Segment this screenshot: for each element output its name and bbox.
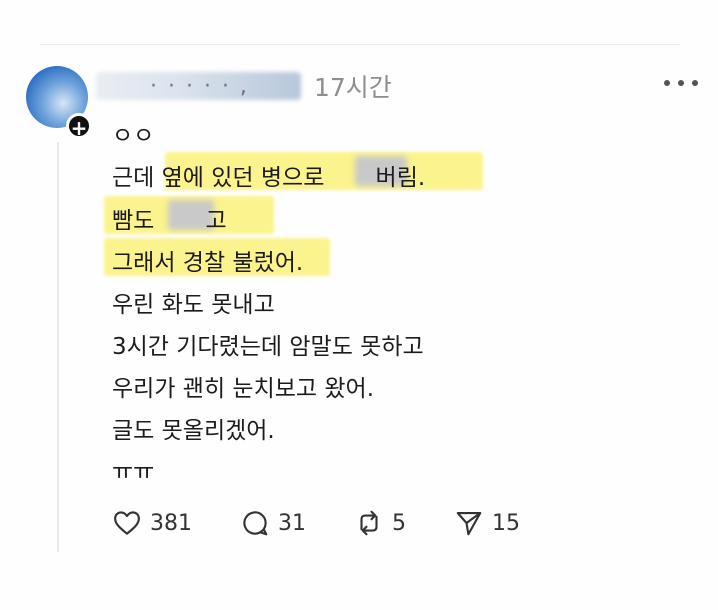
- repost-button[interactable]: 5: [354, 506, 406, 540]
- post-card: + · · · · · , 17시간 ㅇㅇ 근데 옆에 있던 병으로 버림. 빰…: [0, 0, 718, 610]
- like-button[interactable]: 381: [112, 506, 192, 540]
- thread-line: [57, 142, 59, 552]
- plus-icon[interactable]: +: [66, 113, 92, 140]
- like-count: 381: [150, 510, 192, 536]
- post-line: 우린 화도 못내고: [112, 292, 275, 318]
- post-line: 우리가 괜히 눈치보고 왔어.: [112, 376, 375, 402]
- post-line: ㅠㅠ: [112, 459, 155, 485]
- post-line: 빰도 고: [112, 208, 227, 234]
- repost-count: 5: [392, 510, 406, 536]
- repost-icon: [360, 510, 378, 536]
- comment-button[interactable]: 31: [240, 506, 306, 540]
- share-icon: [456, 511, 482, 536]
- post-line: 3시간 기다렸는데 암말도 못하고: [112, 334, 424, 360]
- post-line: 그래서 경찰 불렀어.: [112, 250, 304, 276]
- post-line: 글도 못올리겠어.: [112, 418, 275, 444]
- share-button[interactable]: 15: [454, 506, 520, 540]
- follow-symbol: +: [70, 116, 88, 140]
- post-line: 근데 옆에 있던 병으로 버림.: [112, 165, 426, 191]
- comment-count: 31: [278, 510, 306, 536]
- heart-icon: [114, 511, 140, 535]
- share-count: 15: [492, 510, 520, 536]
- more-icon[interactable]: [664, 78, 698, 88]
- comment-icon: [243, 511, 268, 536]
- username[interactable]: · · · · · ,: [150, 74, 249, 99]
- action-bar: 381 31 5 15: [112, 506, 552, 540]
- post-line: ㅇㅇ: [112, 123, 155, 149]
- timestamp: 17시간: [314, 73, 392, 102]
- divider: [40, 44, 680, 45]
